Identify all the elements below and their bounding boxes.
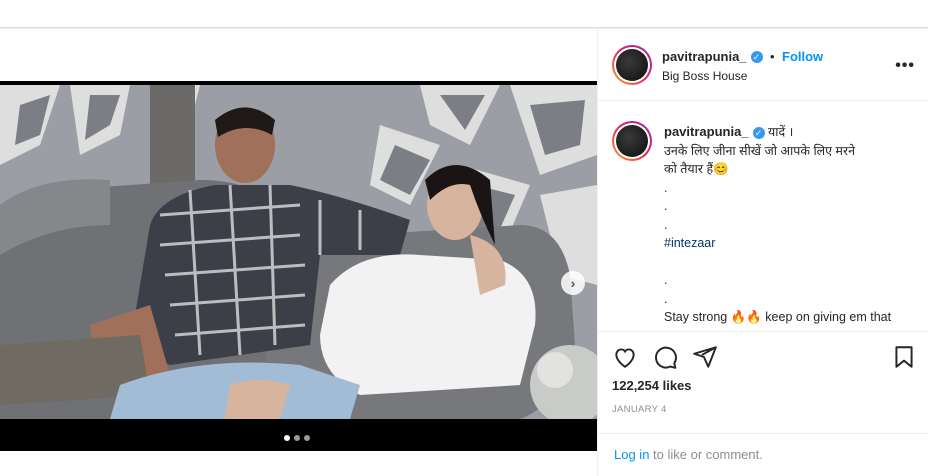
- post-dialog: › pavitrapunia_ ✓ • Follow Big Boss House…: [0, 28, 928, 476]
- post-header: pavitrapunia_ ✓ • Follow Big Boss House •…: [598, 29, 928, 101]
- more-options-icon[interactable]: •••: [895, 57, 915, 75]
- top-bar: [0, 0, 928, 28]
- caption-line: को तैयार हैं😊: [664, 162, 729, 176]
- comments-section: pavitrapunia_ ✓ यादें । उनके लिए जीना सीख…: [598, 101, 928, 331]
- carousel-indicator: [284, 435, 310, 441]
- hashtag-link[interactable]: #intezaar: [664, 234, 914, 253]
- post-media[interactable]: ›: [0, 81, 597, 451]
- likes-count[interactable]: 122,254 likes: [612, 378, 692, 393]
- post-photo: [0, 85, 597, 419]
- post-actions: 122,254 likes JANUARY 4: [598, 331, 928, 448]
- caption-avatar[interactable]: [612, 121, 652, 161]
- carousel-dot: [284, 435, 290, 441]
- caption-line: .: [664, 291, 668, 306]
- login-prompt-text: to like or comment.: [649, 447, 763, 462]
- caption-line: [664, 253, 914, 272]
- caption-line: .: [664, 217, 668, 232]
- chevron-right-icon: ›: [570, 275, 576, 291]
- separator-dot: •: [769, 49, 775, 64]
- caption-line: .: [664, 199, 668, 213]
- heart-icon[interactable]: [612, 344, 638, 370]
- login-prompt: Log in to like or comment.: [598, 433, 928, 476]
- next-slide-button[interactable]: ›: [561, 271, 585, 295]
- location-link[interactable]: Big Boss House: [662, 69, 747, 83]
- comment-icon[interactable]: [652, 344, 678, 370]
- verified-badge-icon: ✓: [750, 50, 763, 63]
- author-avatar[interactable]: [612, 45, 652, 85]
- caption-line: यादें ।: [768, 125, 794, 139]
- author-username[interactable]: pavitrapunia_: [662, 49, 747, 64]
- caption-line: .: [664, 180, 668, 195]
- carousel-dot: [294, 435, 300, 441]
- caption-line: Stay strong 🔥🔥 keep on giving em that: [664, 310, 892, 324]
- bookmark-icon[interactable]: [891, 344, 917, 370]
- login-link[interactable]: Log in: [614, 447, 649, 462]
- post-sidebar: pavitrapunia_ ✓ • Follow Big Boss House •…: [597, 29, 928, 476]
- follow-button[interactable]: Follow: [782, 49, 823, 64]
- post-date[interactable]: JANUARY 4: [612, 404, 667, 415]
- caption-username[interactable]: pavitrapunia_: [664, 124, 749, 139]
- share-icon[interactable]: [692, 344, 718, 370]
- photo-illustration: [0, 85, 597, 419]
- caption-line: .: [664, 273, 668, 287]
- verified-badge-icon: ✓: [752, 126, 765, 139]
- caption-line: उनके लिए जीना सीखें जो आपके लिए मरने: [664, 143, 856, 158]
- post-caption: pavitrapunia_ ✓ यादें । उनके लिए जीना सीख…: [664, 123, 914, 327]
- carousel-dot: [304, 435, 310, 441]
